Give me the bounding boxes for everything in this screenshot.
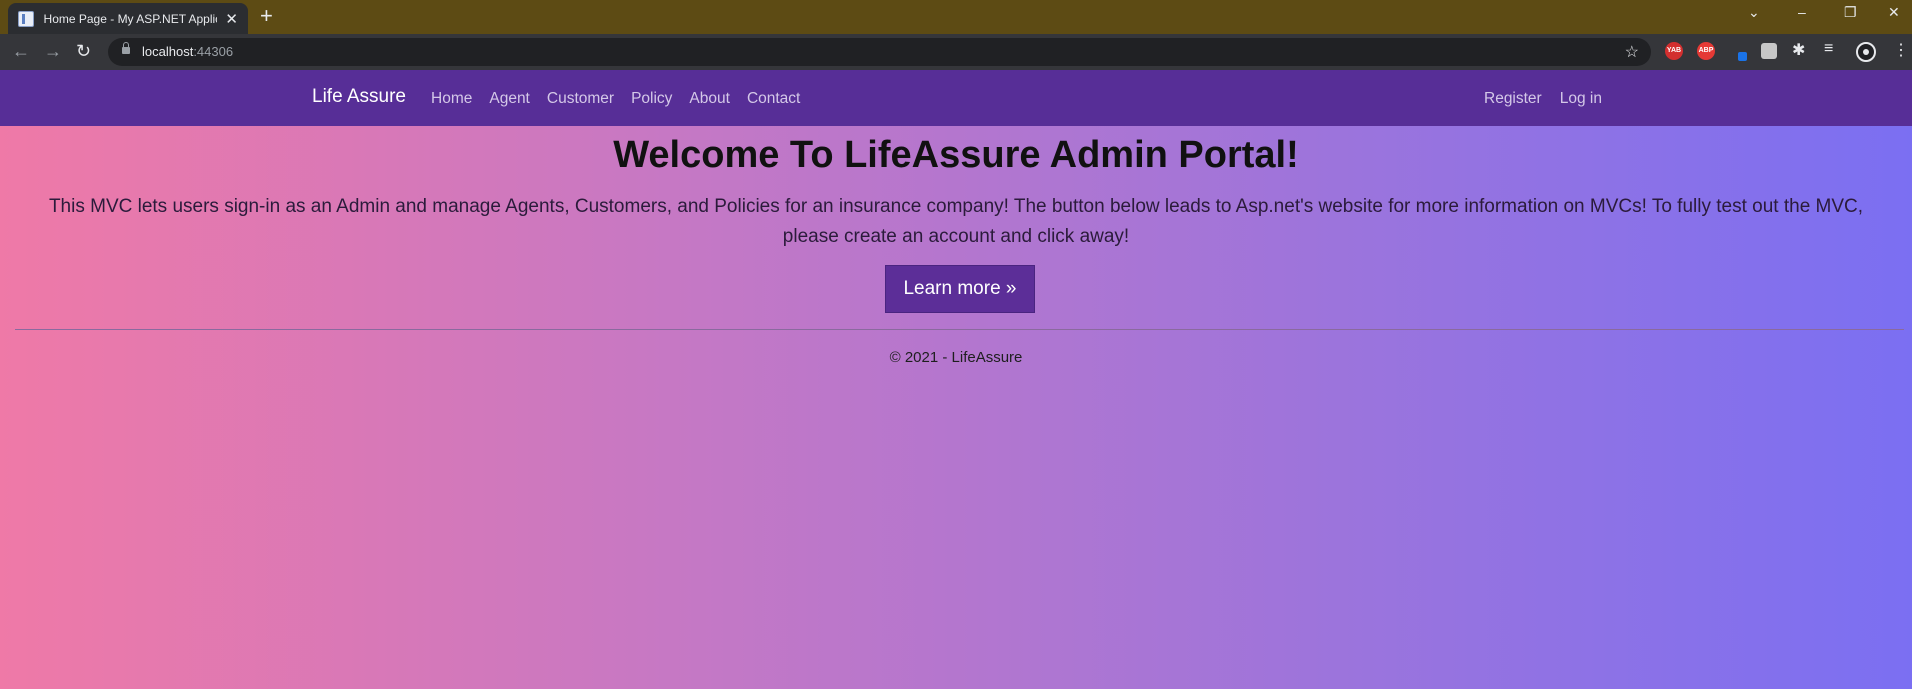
nav-contact[interactable]: Contact (747, 90, 800, 108)
footer-divider (15, 329, 1904, 330)
close-window-button[interactable]: ✕ (1888, 4, 1900, 21)
url-text[interactable]: localhost:44306 (142, 44, 233, 59)
register-link[interactable]: Register (1484, 90, 1542, 108)
forward-button[interactable]: → (44, 41, 62, 61)
tab-search-icon[interactable]: ⌄ (1748, 4, 1760, 21)
browser-tab[interactable]: Home Page - My ASP.NET Applic ✕ (8, 3, 248, 34)
tab-title: Home Page - My ASP.NET Applic (43, 11, 218, 26)
nav-home[interactable]: Home (431, 90, 472, 108)
url-host: localhost (142, 44, 194, 59)
reload-button[interactable]: ↻ (76, 41, 91, 61)
login-link[interactable]: Log in (1560, 90, 1602, 108)
nav-customer[interactable]: Customer (547, 90, 614, 108)
browser-toolbar: ← → ↻ localhost:44306 ☆ YAB ABP ✱ ≡ ⋮ (0, 34, 1912, 70)
profile-avatar-icon[interactable] (1856, 42, 1876, 62)
browser-menu-icon[interactable]: ⋮ (1893, 40, 1909, 60)
lead-text: This MVC lets users sign-in as an Admin … (48, 196, 1864, 247)
minimize-button[interactable]: – (1798, 4, 1806, 20)
restore-button[interactable]: ❐ (1844, 4, 1857, 21)
lock-icon (122, 42, 130, 54)
abp-extension-icon[interactable]: ABP (1697, 42, 1715, 60)
page-heading: Welcome To LifeAssure Admin Portal! (613, 134, 1299, 176)
brand-link[interactable]: Life Assure (312, 86, 406, 108)
footer-text: © 2021 - LifeAssure (889, 349, 1023, 366)
new-tab-button[interactable]: + (260, 5, 273, 27)
pen-extension-icon[interactable] (1730, 43, 1747, 61)
learn-more-button[interactable]: Learn more » (885, 265, 1035, 313)
main-nav: Home Agent Customer Policy About Contact (431, 90, 800, 108)
nav-agent[interactable]: Agent (489, 90, 530, 108)
page-body: Life Assure Home Agent Customer Policy A… (0, 70, 1912, 689)
back-button[interactable]: ← (12, 41, 30, 61)
account-nav: Register Log in (1484, 90, 1602, 108)
close-tab-icon[interactable]: ✕ (225, 10, 238, 28)
k-extension-icon[interactable] (1761, 43, 1777, 59)
address-bar[interactable]: localhost:44306 ☆ (108, 38, 1651, 66)
extensions-puzzle-icon[interactable]: ✱ (1792, 40, 1805, 60)
page-favicon-icon (18, 10, 34, 27)
bookmark-star-icon[interactable]: ☆ (1625, 42, 1639, 62)
url-port: :44306 (193, 44, 234, 59)
nav-about[interactable]: About (689, 90, 730, 108)
browser-tab-bar: Home Page - My ASP.NET Applic ✕ + ⌄ – ❐ … (0, 0, 1912, 34)
site-navbar: Life Assure Home Agent Customer Policy A… (0, 70, 1912, 126)
media-control-icon[interactable]: ≡ (1824, 40, 1833, 58)
nav-policy[interactable]: Policy (631, 90, 672, 108)
yab-extension-icon[interactable]: YAB (1665, 42, 1683, 60)
